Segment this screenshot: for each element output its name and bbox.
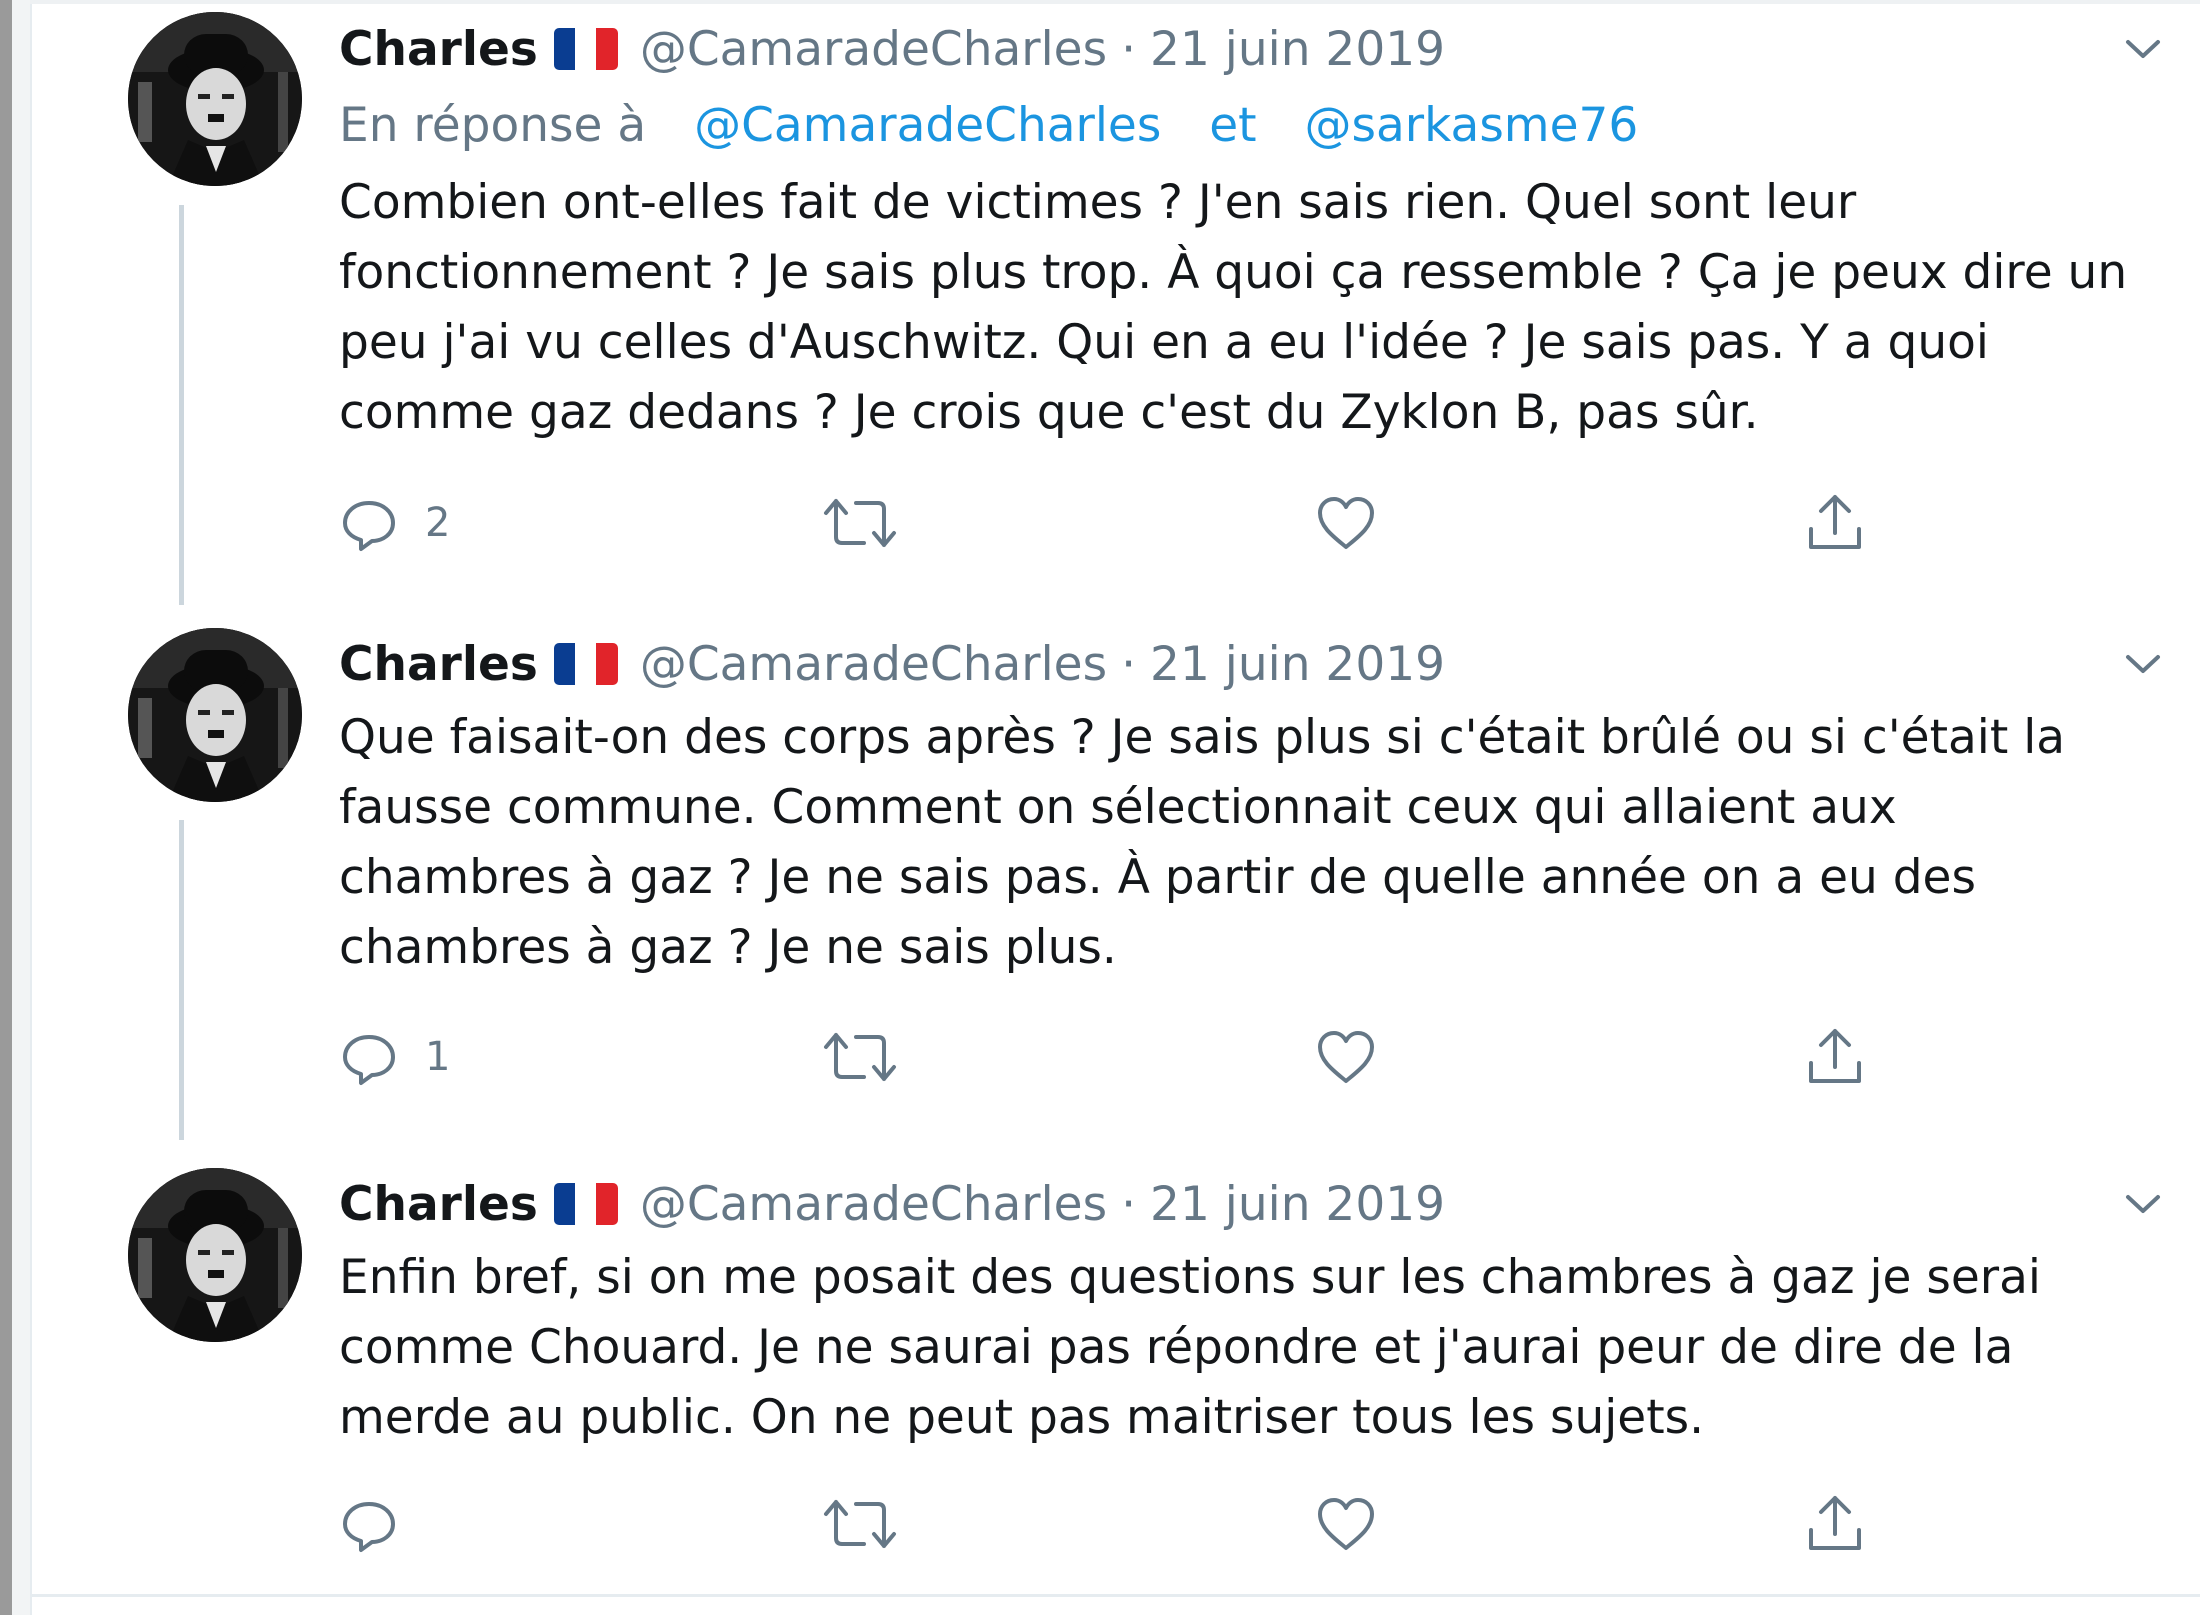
tweet-date[interactable]: 21 juin 2019 xyxy=(1150,1177,1445,1232)
reply-button[interactable]: 2 xyxy=(339,488,450,558)
reply-prefix: En réponse à xyxy=(339,98,647,153)
tweet-text: Que faisait-on des corps après ? Je sais… xyxy=(339,710,2066,975)
tweet[interactable]: Charles @CamaradeCharles · 21 juin 2019 … xyxy=(32,616,2200,1156)
bottom-divider xyxy=(30,1594,2200,1597)
like-button[interactable] xyxy=(1314,1022,1378,1092)
reply-icon xyxy=(343,501,395,551)
tweet-header: Charles @CamaradeCharles · 21 juin 2019 xyxy=(339,1174,1445,1234)
share-icon xyxy=(1809,495,1861,549)
reply-context: En réponse à @CamaradeCharles et @sarkas… xyxy=(339,96,1638,156)
retweet-icon xyxy=(824,1500,896,1548)
reply-count: 2 xyxy=(425,500,451,546)
tweet-date[interactable]: 21 juin 2019 xyxy=(1150,22,1445,77)
france-flag-icon xyxy=(553,1183,618,1225)
separator: · xyxy=(1121,1176,1137,1232)
like-icon xyxy=(1318,497,1374,549)
retweet-icon xyxy=(824,1033,896,1081)
share-button[interactable] xyxy=(1803,1022,1867,1092)
like-button[interactable] xyxy=(1314,488,1378,558)
display-name[interactable]: Charles xyxy=(339,637,538,692)
tweet-header: Charles @CamaradeCharles · 21 juin 2019 xyxy=(339,634,1445,694)
retweet-button[interactable] xyxy=(822,488,898,558)
user-handle[interactable]: @CamaradeCharles xyxy=(640,1177,1107,1232)
tweet[interactable]: Charles @CamaradeCharles · 21 juin 2019 … xyxy=(32,1156,2200,1594)
share-button[interactable] xyxy=(1803,1489,1867,1559)
share-icon xyxy=(1809,1496,1861,1550)
share-button[interactable] xyxy=(1803,488,1867,558)
separator: · xyxy=(1121,636,1137,692)
user-handle[interactable]: @CamaradeCharles xyxy=(640,22,1107,77)
reply-button[interactable] xyxy=(339,1489,425,1559)
mention-link[interactable]: @CamaradeCharles xyxy=(694,98,1161,153)
page-gutter xyxy=(12,0,30,1615)
retweet-button[interactable] xyxy=(822,1489,898,1559)
tweet[interactable]: Charles @CamaradeCharles · 21 juin 2019 … xyxy=(32,0,2200,640)
chevron-down-icon[interactable] xyxy=(2118,1179,2168,1229)
avatar[interactable] xyxy=(128,12,302,186)
tweet-date[interactable]: 21 juin 2019 xyxy=(1150,637,1445,692)
retweet-icon xyxy=(824,499,896,547)
chevron-down-icon[interactable] xyxy=(2118,639,2168,689)
like-button[interactable] xyxy=(1314,1489,1378,1559)
avatar[interactable] xyxy=(128,628,302,802)
reply-icon xyxy=(343,1502,395,1552)
tweet-header: Charles @CamaradeCharles · 21 juin 2019 xyxy=(339,19,1445,79)
separator: · xyxy=(1121,21,1137,77)
share-icon xyxy=(1809,1029,1861,1083)
like-icon xyxy=(1318,1498,1374,1550)
france-flag-icon xyxy=(553,643,618,685)
user-handle[interactable]: @CamaradeCharles xyxy=(640,637,1107,692)
window-edge xyxy=(0,0,12,1615)
avatar[interactable] xyxy=(128,1168,302,1342)
like-icon xyxy=(1318,1031,1374,1083)
reply-icon xyxy=(343,1035,395,1085)
display-name[interactable]: Charles xyxy=(339,22,538,77)
reply-button[interactable]: 1 xyxy=(339,1022,450,1092)
reply-count: 1 xyxy=(425,1034,451,1080)
display-name[interactable]: Charles xyxy=(339,1177,538,1232)
reply-conjunction: et xyxy=(1209,98,1257,153)
chevron-down-icon[interactable] xyxy=(2118,24,2168,74)
mention-link[interactable]: @sarkasme76 xyxy=(1305,98,1639,153)
tweet-text: Enfin bref, si on me posait des question… xyxy=(339,1250,2041,1445)
retweet-button[interactable] xyxy=(822,1022,898,1092)
france-flag-icon xyxy=(553,28,618,70)
tweet-text: Combien ont-elles fait de victimes ? J'e… xyxy=(339,175,2128,440)
